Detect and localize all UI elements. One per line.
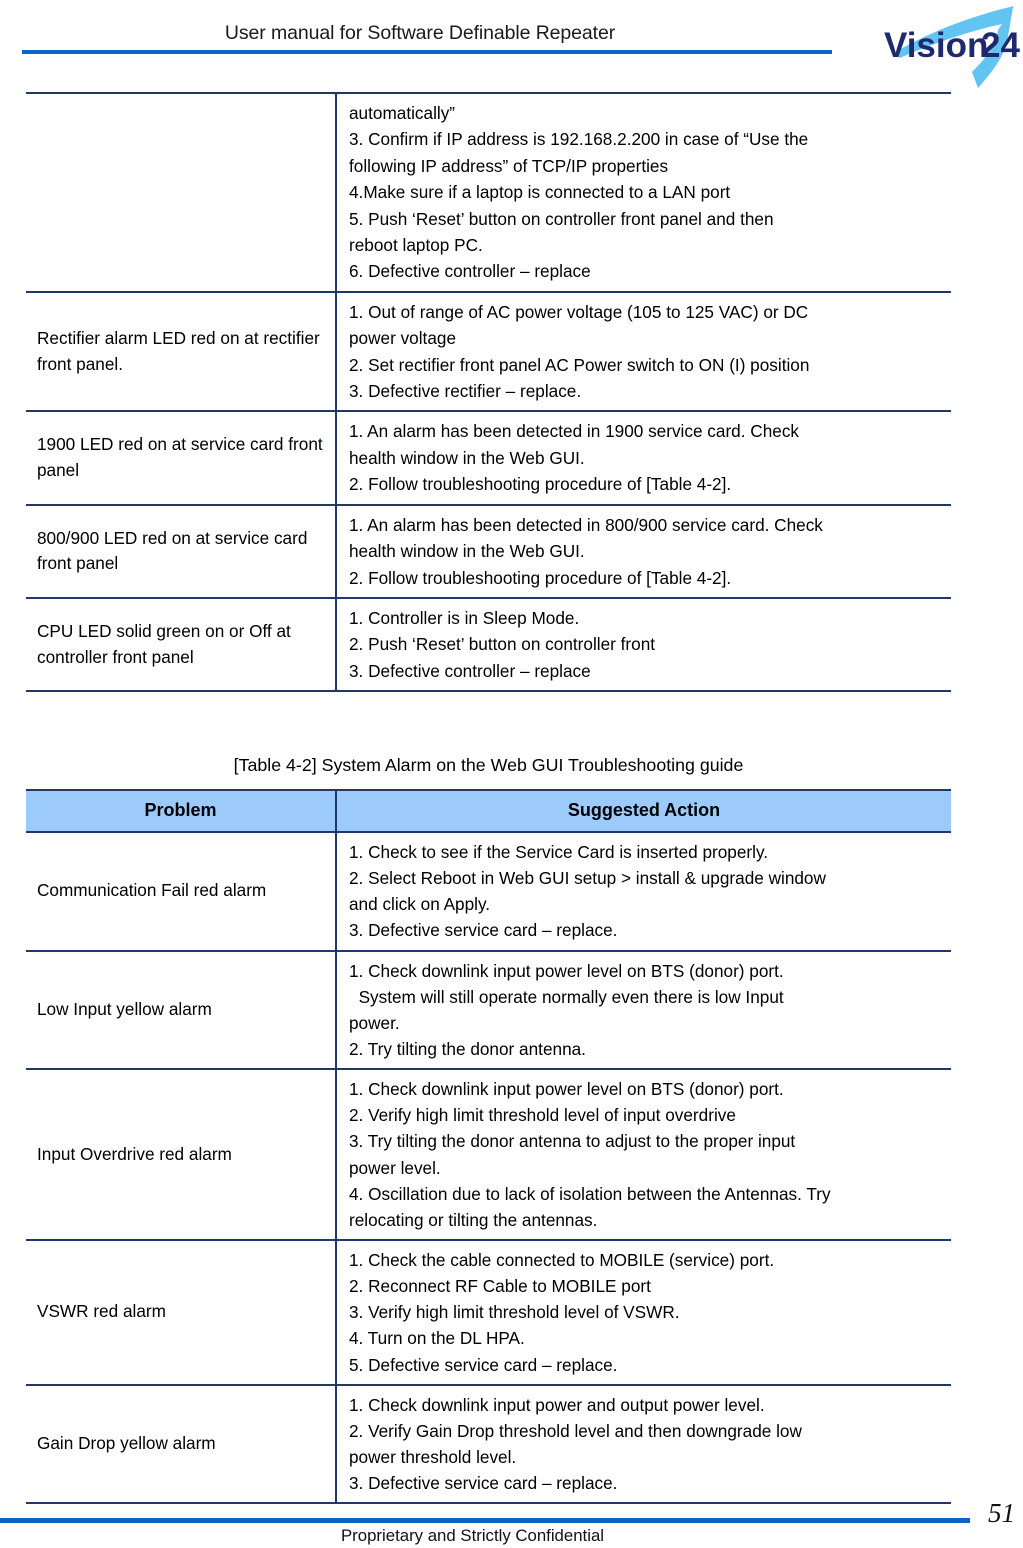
table-row: CPU LED solid green on or Off at control… bbox=[26, 596, 951, 693]
action-line: 4. Turn on the DL HPA. bbox=[349, 1328, 525, 1349]
table-row: 1900 LED red on at service card front pa… bbox=[26, 410, 951, 506]
action-line: 1. Out of range of AC power voltage (105… bbox=[349, 301, 809, 322]
suggested-action-cell: automatically” 3. Confirm if IP address i… bbox=[336, 92, 951, 293]
confidentiality-notice: Proprietary and Strictly Confidential bbox=[340, 1526, 605, 1545]
action-line: 2. Verify high limit threshold level of … bbox=[349, 1105, 736, 1126]
action-line: 2. Follow troubleshooting procedure of [… bbox=[349, 567, 732, 588]
problem-cell: VSWR red alarm bbox=[26, 1238, 337, 1386]
action-line: power level. bbox=[349, 1157, 441, 1178]
action-line: 2. Verify Gain Drop threshold level and … bbox=[349, 1420, 802, 1441]
problem-cell: Rectifier alarm LED red on at rectifier … bbox=[26, 290, 337, 413]
action-line: 3. Try tilting the donor antenna to adju… bbox=[349, 1131, 796, 1152]
action-line: power. bbox=[349, 1012, 400, 1033]
action-line: 1. Check downlink input power level on B… bbox=[349, 1079, 784, 1100]
action-line: 4. Oscillation due to lack of isolation … bbox=[349, 1183, 831, 1204]
action-line: relocating or tilting the antennas. bbox=[349, 1209, 598, 1230]
suggested-action-cell: 1. Check to see if the Service Card is i… bbox=[336, 831, 951, 952]
svg-text:24: 24 bbox=[981, 26, 1020, 65]
column-header-problem: Problem bbox=[26, 789, 337, 833]
action-line: 2. Push ‘Reset’ button on controller fro… bbox=[349, 634, 656, 655]
action-line: 1. Check to see if the Service Card is i… bbox=[349, 842, 769, 862]
problem-cell: Low Input yellow alarm bbox=[26, 949, 337, 1071]
suggested-action-cell: 1. Check downlink input power level on B… bbox=[336, 949, 951, 1071]
suggested-action-cell: 1. An alarm has been detected in 800/900… bbox=[336, 503, 951, 599]
problem-cell bbox=[26, 92, 337, 293]
table-row: VSWR red alarm 1. Check the cable connect… bbox=[26, 1238, 951, 1386]
svg-text:Vision: Vision bbox=[884, 26, 988, 65]
table-row: Communication Fail red alarm 1. Check to … bbox=[26, 831, 951, 952]
header-divider-rule bbox=[22, 50, 832, 54]
action-line: 1. Check downlink input power and output… bbox=[349, 1394, 765, 1415]
action-line: 3. Defective rectifier – replace. bbox=[349, 381, 582, 402]
action-line: 2. Reconnect RF Cable to MOBILE port bbox=[349, 1276, 651, 1297]
table-header-row: Problem Suggested Action bbox=[26, 789, 951, 833]
action-line: 3. Verify high limit threshold level of … bbox=[349, 1302, 680, 1323]
problem-cell: 1900 LED red on at service card front pa… bbox=[26, 410, 337, 506]
action-line: 4.Make sure if a laptop is connected to … bbox=[349, 182, 731, 203]
table-row: Input Overdrive red alarm 1. Check downli… bbox=[26, 1068, 951, 1241]
problem-cell: Input Overdrive red alarm bbox=[26, 1068, 337, 1241]
footer-divider-rule bbox=[0, 1518, 970, 1523]
action-line: following IP address” of TCP/IP properti… bbox=[349, 155, 669, 176]
action-line: automatically” bbox=[349, 103, 456, 123]
action-line: 1. An alarm has been detected in 1900 se… bbox=[349, 421, 800, 442]
action-line: 5. Push ‘Reset’ button on controller fro… bbox=[349, 208, 774, 229]
action-line: 2. Try tilting the donor antenna. bbox=[349, 1038, 586, 1059]
action-line: power voltage bbox=[349, 328, 457, 349]
action-line: 2. Select Reboot in Web GUI setup > inst… bbox=[349, 868, 826, 889]
page-footer: 51 Proprietary and Strictly Confidential bbox=[0, 1480, 1023, 1548]
table-4-2-caption: [Table 4-2] System Alarm on the Web GUI … bbox=[233, 755, 744, 775]
suggested-action-cell: 1. An alarm has been detected in 1900 se… bbox=[336, 410, 951, 506]
table-row: Rectifier alarm LED red on at rectifier … bbox=[26, 290, 951, 413]
table-body: automatically” 3. Confirm if IP address i… bbox=[26, 92, 951, 693]
suggested-action-cell: 1. Check downlink input power level on B… bbox=[336, 1068, 951, 1241]
web-gui-alarm-troubleshooting-table: Problem Suggested Action Communication F… bbox=[26, 789, 951, 1505]
action-line: 6. Defective controller – replace bbox=[349, 261, 591, 282]
action-line: 2. Follow troubleshooting procedure of [… bbox=[349, 474, 732, 495]
page-number: 51 bbox=[988, 1498, 1015, 1528]
action-line: reboot laptop PC. bbox=[349, 235, 483, 256]
vision24-logo: Vision 24 bbox=[884, 2, 1023, 90]
table-body: Communication Fail red alarm 1. Check to … bbox=[26, 831, 951, 1505]
action-line: 3. Defective controller – replace bbox=[349, 660, 591, 681]
action-line: and click on Apply. bbox=[349, 894, 491, 915]
page-header: User manual for Software Definable Repea… bbox=[0, 0, 1023, 92]
action-line: 1. Controller is in Sleep Mode. bbox=[349, 607, 580, 628]
table-row: automatically” 3. Confirm if IP address i… bbox=[26, 92, 951, 293]
action-line: health window in the Web GUI. bbox=[349, 447, 585, 468]
action-line: 1. Check downlink input power level on B… bbox=[349, 960, 784, 981]
action-line: health window in the Web GUI. bbox=[349, 541, 585, 562]
problem-cell: 800/900 LED red on at service card front… bbox=[26, 503, 337, 599]
action-line: 2. Set rectifier front panel AC Power sw… bbox=[349, 354, 810, 375]
table-row: Low Input yellow alarm 1. Check downlink … bbox=[26, 949, 951, 1071]
action-line: 3. Defective service card – replace. bbox=[349, 920, 618, 941]
suggested-action-cell: 1. Controller is in Sleep Mode. 2. Push ‘… bbox=[336, 596, 951, 693]
action-line: System will still operate normally even … bbox=[349, 986, 784, 1007]
problem-cell: Communication Fail red alarm bbox=[26, 831, 337, 952]
suggested-action-cell: 1. Check the cable connected to MOBILE (… bbox=[336, 1238, 951, 1386]
suggested-action-cell: 1. Out of range of AC power voltage (105… bbox=[336, 290, 951, 413]
action-line: 1. An alarm has been detected in 800/900… bbox=[349, 514, 823, 535]
action-line: power threshold level. bbox=[349, 1446, 517, 1467]
page-title: User manual for Software Definable Repea… bbox=[224, 22, 616, 44]
column-header-suggested-action: Suggested Action bbox=[336, 789, 951, 833]
system-led-troubleshooting-table: automatically” 3. Confirm if IP address i… bbox=[26, 92, 951, 693]
action-line: 1. Check the cable connected to MOBILE (… bbox=[349, 1249, 775, 1270]
action-line: 5. Defective service card – replace. bbox=[349, 1354, 618, 1375]
action-line: 3. Confirm if IP address is 192.168.2.20… bbox=[349, 129, 809, 150]
problem-cell: CPU LED solid green on or Off at control… bbox=[26, 596, 337, 693]
table-row: 800/900 LED red on at service card front… bbox=[26, 503, 951, 599]
